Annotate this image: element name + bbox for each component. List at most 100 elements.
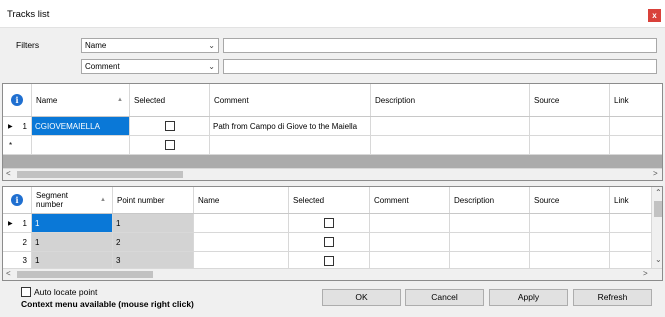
table-row[interactable]: 3 1 3 (3, 252, 652, 269)
chevron-up-icon[interactable]: ⌃ (655, 188, 662, 197)
scroll-thumb[interactable] (17, 271, 153, 278)
new-row[interactable]: * (3, 136, 662, 155)
track-link-cell[interactable] (610, 117, 662, 135)
table-row[interactable]: ▶ 1 CGIOVEMAIELLA Path from Campo di Gio… (3, 117, 662, 136)
play-arrow-icon: ▶ (8, 220, 13, 227)
track-description-cell[interactable] (371, 117, 530, 135)
sort-up-icon: ▲ (117, 97, 123, 103)
points-vertical-scrollbar[interactable]: ⌃ ⌄ (652, 187, 662, 268)
point-description-cell[interactable] (450, 233, 530, 251)
chevron-left-icon[interactable]: < (6, 269, 11, 278)
column-header-description[interactable]: Description (371, 84, 530, 116)
info-icon[interactable]: i (11, 94, 23, 106)
column-header-selected[interactable]: Selected (289, 187, 370, 213)
filter-field-2-value: Comment (85, 62, 120, 71)
column-header-source[interactable]: Source (530, 187, 610, 213)
segment-number-cell[interactable]: 1 (32, 233, 113, 251)
sort-up-icon: ▲ (100, 196, 106, 203)
play-arrow-icon: ▶ (8, 123, 13, 130)
tracks-horizontal-scrollbar[interactable]: < > (3, 168, 662, 180)
chevron-down-icon[interactable]: ⌄ (655, 255, 662, 264)
column-header-name[interactable]: Name ▲ (32, 84, 130, 116)
chevron-down-icon: ⌄ (208, 41, 215, 50)
point-comment-cell[interactable] (370, 252, 450, 269)
point-name-cell[interactable] (194, 252, 289, 269)
point-selected-cell[interactable] (289, 214, 370, 232)
point-link-cell[interactable] (610, 214, 652, 232)
column-header-name[interactable]: Name (194, 187, 289, 213)
column-header-comment[interactable]: Comment (210, 84, 371, 116)
column-header-point-number[interactable]: Point number (113, 187, 194, 213)
point-number-cell[interactable]: 2 (113, 233, 194, 251)
new-link-cell[interactable] (610, 136, 662, 154)
point-number-cell[interactable]: 3 (113, 252, 194, 269)
selected-checkbox[interactable] (324, 255, 334, 266)
selected-checkbox[interactable] (164, 121, 175, 131)
filter-text-2-input[interactable] (223, 59, 657, 74)
point-description-cell[interactable] (450, 214, 530, 232)
column-header-source[interactable]: Source (530, 84, 610, 116)
filter-field-2-select[interactable]: Comment ⌄ (81, 59, 219, 74)
track-comment-cell[interactable]: Path from Campo di Giove to the Maiella (210, 117, 371, 135)
close-button[interactable]: x (648, 9, 661, 22)
point-name-cell[interactable] (194, 233, 289, 251)
table-row[interactable]: ▶ 1 1 1 (3, 214, 652, 233)
row-header[interactable]: * (3, 136, 32, 154)
chevron-right-icon[interactable]: > (653, 169, 658, 178)
filter-text-1-input[interactable] (223, 38, 657, 53)
point-link-cell[interactable] (610, 252, 652, 269)
info-icon[interactable]: i (11, 194, 23, 206)
point-source-cell[interactable] (530, 214, 610, 232)
track-name-cell[interactable]: CGIOVEMAIELLA (32, 117, 130, 135)
new-source-cell[interactable] (530, 136, 610, 154)
point-number-cell[interactable]: 1 (113, 214, 194, 232)
scroll-thumb[interactable] (17, 171, 183, 178)
chevron-left-icon[interactable]: < (6, 169, 11, 178)
row-header[interactable]: 3 (3, 252, 32, 269)
track-selected-cell[interactable] (130, 117, 210, 135)
column-header-description[interactable]: Description (450, 187, 530, 213)
scroll-thumb[interactable] (654, 201, 662, 217)
point-selected-cell[interactable] (289, 233, 370, 251)
point-link-cell[interactable] (610, 233, 652, 251)
cancel-button[interactable]: Cancel (405, 289, 484, 306)
auto-locate-checkbox[interactable] (21, 287, 31, 297)
point-comment-cell[interactable] (370, 214, 450, 232)
point-source-cell[interactable] (530, 252, 610, 269)
track-source-cell[interactable] (530, 117, 610, 135)
column-header-link[interactable]: Link (610, 187, 652, 213)
new-comment-cell[interactable] (210, 136, 371, 154)
table-row[interactable]: 2 1 2 (3, 233, 652, 252)
close-icon: x (652, 11, 657, 20)
column-header-segment-number[interactable]: Segment number ▲ (32, 187, 113, 213)
point-source-cell[interactable] (530, 233, 610, 251)
tracks-grid: i Name ▲ Selected Comment Description Sou… (2, 83, 663, 181)
row-header[interactable]: ▶ 1 (3, 117, 32, 135)
row-header[interactable]: 2 (3, 233, 32, 251)
row-header-corner: i (3, 84, 32, 116)
row-header[interactable]: ▶ 1 (3, 214, 32, 232)
new-description-cell[interactable] (371, 136, 530, 154)
chevron-down-icon: ⌄ (208, 62, 215, 71)
column-header-link[interactable]: Link (610, 84, 662, 116)
point-comment-cell[interactable] (370, 233, 450, 251)
selected-checkbox[interactable] (324, 218, 334, 228)
selected-checkbox[interactable] (164, 140, 175, 150)
apply-button[interactable]: Apply (489, 289, 568, 306)
new-selected-cell[interactable] (130, 136, 210, 154)
chevron-right-icon[interactable]: > (643, 269, 648, 278)
column-header-selected[interactable]: Selected (130, 84, 210, 116)
filter-field-1-select[interactable]: Name ⌄ (81, 38, 219, 53)
segment-number-cell[interactable]: 1 (32, 252, 113, 269)
filter-field-1-value: Name (85, 41, 107, 50)
refresh-button[interactable]: Refresh (573, 289, 652, 306)
selected-checkbox[interactable] (324, 237, 334, 247)
new-name-cell[interactable] (32, 136, 130, 154)
point-description-cell[interactable] (450, 252, 530, 269)
points-horizontal-scrollbar[interactable]: < > (3, 268, 662, 280)
segment-number-cell[interactable]: 1 (32, 214, 113, 232)
ok-button[interactable]: OK (322, 289, 401, 306)
column-header-comment[interactable]: Comment (370, 187, 450, 213)
point-name-cell[interactable] (194, 214, 289, 232)
point-selected-cell[interactable] (289, 252, 370, 269)
